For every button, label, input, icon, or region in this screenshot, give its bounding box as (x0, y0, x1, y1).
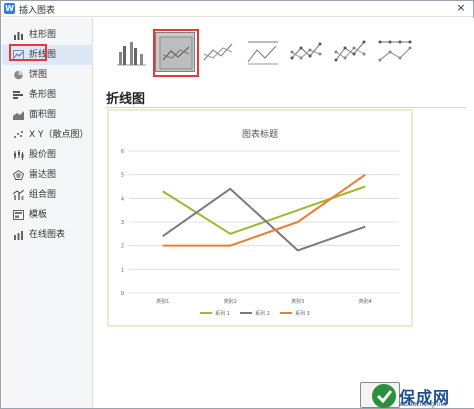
x-tick-label: 类别2 (224, 298, 237, 305)
chart-main-panel: 折线图 0 1 2 3 4 5 6 类别1 类别2 类别3 类别4 系列 1 系列 2 系列 3 图表… (94, 18, 474, 408)
template-icon (13, 210, 24, 220)
sidebar-item-template[interactable]: 模板 (2, 205, 93, 225)
close-button[interactable]: × (455, 2, 467, 14)
percent-line-icon (247, 41, 278, 65)
sidebar-item-pie[interactable]: 饼图 (2, 65, 93, 85)
line-markers-icon (290, 42, 322, 60)
legend-label: 系列 1 (215, 310, 230, 317)
bar-chart-icon (13, 91, 23, 99)
sidebar-item-label: 柱形图 (29, 30, 57, 40)
sidebar-item-scatter[interactable]: X Y（散点图） (2, 125, 93, 145)
legend-label: 系列 3 (295, 310, 310, 317)
insert-chart-dialog: W 插入图表 × 柱形图 折线图 饼图 条形图 面积图 X Y（散点图） 股价图… (0, 0, 474, 409)
sidebar-item-label: 面积图 (29, 110, 57, 120)
percent-line-markers-icon (378, 40, 412, 62)
chart-type-sidebar: 柱形图 折线图 饼图 条形图 面积图 X Y（散点图） 股价图 雷达图 组合图 … (2, 18, 93, 408)
section-divider (106, 107, 466, 108)
sidebar-item-label: 在线图表 (29, 230, 66, 240)
y-tick-label: 1 (121, 267, 124, 273)
thumb-stacked-line-markers[interactable] (331, 32, 371, 72)
thumb-column-line[interactable] (111, 32, 151, 72)
sidebar-selection-highlight (9, 44, 47, 61)
app-icon: W (4, 3, 15, 14)
column-chart-icon (14, 32, 23, 40)
chart-preview[interactable]: 0 1 2 3 4 5 6 类别1 类别2 类别3 类别4 系列 1 系列 2 系列 3 图表标题 (107, 109, 413, 327)
y-tick-label: 2 (121, 244, 124, 250)
sidebar-item-label: 组合图 (29, 190, 57, 200)
watermark-logo-icon (372, 384, 396, 408)
sidebar-item-column[interactable]: 柱形图 (2, 25, 93, 45)
y-tick-label: 5 (121, 173, 124, 179)
y-tick-label: 0 (121, 291, 124, 297)
line-chart: 0 1 2 3 4 5 6 类别1 类别2 类别3 类别4 系列 1 系列 2 系列 3 图表标题 (121, 128, 399, 317)
pie-chart-icon (14, 70, 23, 80)
x-tick-label: 类别4 (359, 298, 372, 305)
sidebar-item-combo[interactable]: 组合图 (2, 185, 93, 205)
thumb-percent-line-markers[interactable] (375, 32, 415, 72)
thumb-stacked-line[interactable] (199, 32, 239, 72)
radar-chart-icon (13, 170, 24, 180)
sidebar-item-area[interactable]: 面积图 (2, 105, 93, 125)
title-bar: W 插入图表 × (1, 1, 473, 17)
thumb-percent-line[interactable] (243, 32, 283, 72)
sidebar-item-label: 股价图 (29, 150, 57, 160)
y-tick-label: 3 (121, 220, 124, 226)
sidebar-item-label: X Y（散点图） (29, 130, 89, 140)
online-chart-icon (14, 231, 23, 240)
area-chart-icon (13, 111, 24, 120)
sidebar-item-label: 雷达图 (29, 170, 57, 180)
sidebar-item-label: 模板 (29, 210, 48, 220)
y-tick-label: 6 (121, 149, 124, 155)
thumb-line-markers[interactable] (287, 32, 327, 72)
sidebar-item-radar[interactable]: 雷达图 (2, 165, 93, 185)
chart-title: 图表标题 (242, 128, 278, 140)
stacked-line-icon (203, 43, 233, 61)
sidebar-item-label: 条形图 (29, 90, 57, 100)
dialog-title: 插入图表 (19, 6, 56, 16)
thumb-selection-highlight (153, 29, 199, 77)
section-title: 折线图 (106, 92, 146, 107)
x-tick-label: 类别1 (156, 298, 169, 305)
series-line (162, 185, 366, 235)
sidebar-item-online[interactable]: 在线图表 (2, 225, 93, 245)
stacked-line-markers-icon (334, 40, 366, 62)
combo-chart-icon (13, 190, 24, 200)
column-line-icon (117, 42, 146, 66)
sidebar-item-stock[interactable]: 股价图 (2, 145, 93, 165)
legend-label: 系列 2 (255, 310, 270, 317)
x-tick-label: 类别3 (291, 298, 304, 305)
stock-chart-icon (14, 150, 24, 160)
watermark-url: zsbaocheng.net (399, 401, 447, 408)
sidebar-item-bar[interactable]: 条形图 (2, 85, 93, 105)
sidebar-item-label: 饼图 (29, 70, 48, 80)
scatter-chart-icon (14, 131, 23, 138)
y-tick-label: 4 (121, 196, 124, 202)
